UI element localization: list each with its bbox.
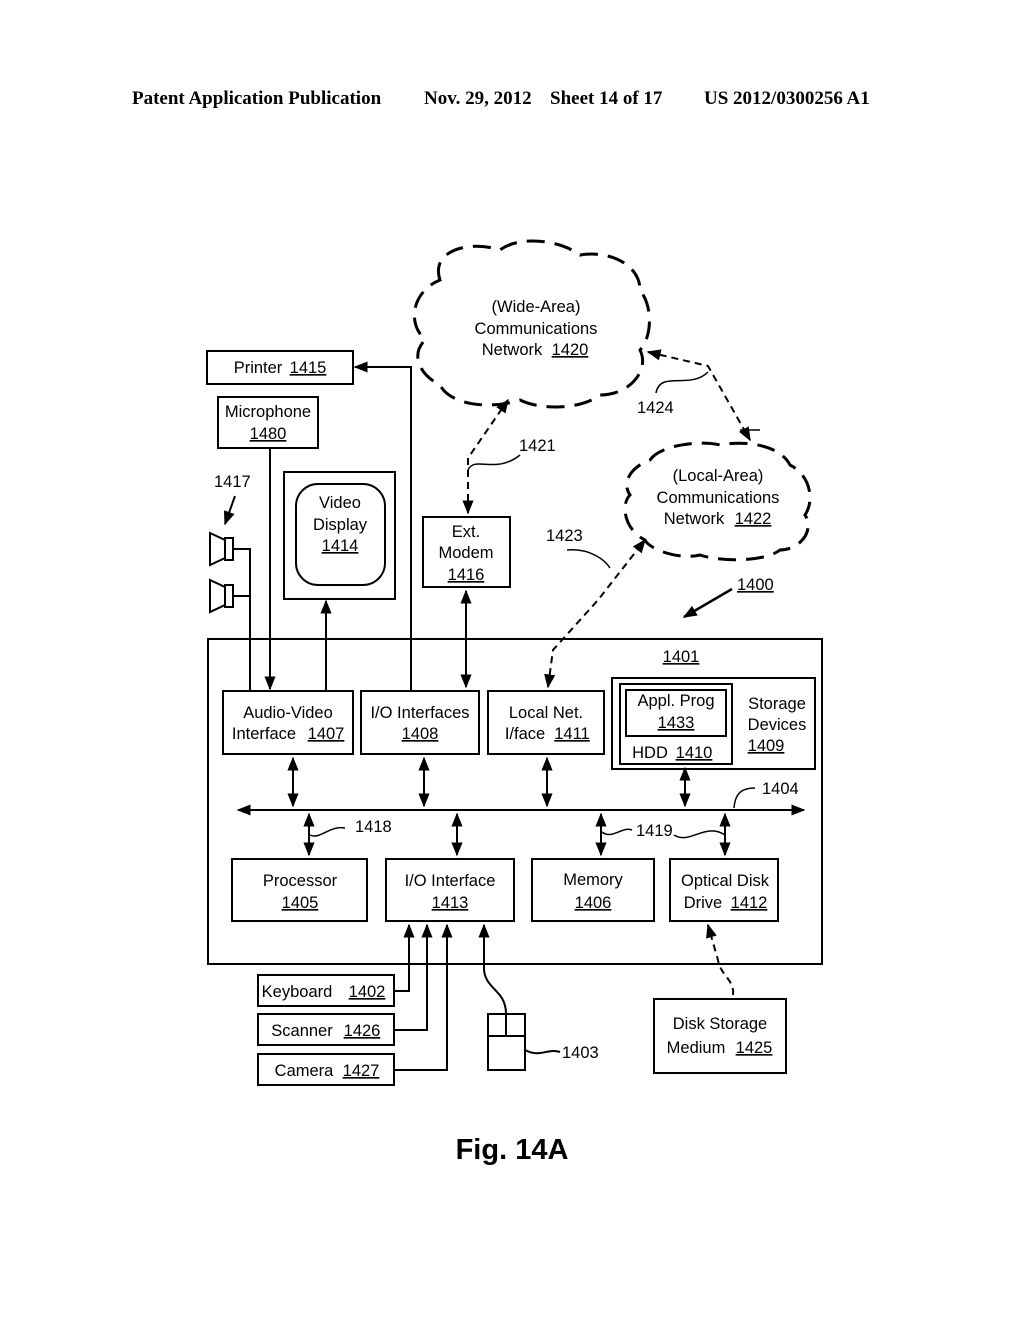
ref-1421: 1421	[519, 437, 556, 455]
scanner-ref: 1426	[344, 1022, 381, 1040]
ref-1404: 1404	[762, 780, 799, 798]
wan-label-2: Communications	[475, 320, 598, 338]
av-interface-ref: 1407	[308, 725, 345, 743]
ref-1419: 1419	[636, 822, 673, 840]
io-interface-label: I/O Interface	[405, 872, 496, 890]
disk-medium-ref: 1425	[736, 1039, 773, 1057]
disk-medium-label-2: Medium	[667, 1039, 726, 1057]
microphone-ref: 1480	[250, 425, 287, 443]
ref-1423: 1423	[546, 527, 583, 545]
av-interface-label-1: Audio-Video	[243, 704, 333, 722]
io-interfaces-ref: 1408	[402, 725, 439, 743]
optical-label-1: Optical Disk	[681, 872, 770, 890]
memory-ref: 1406	[575, 894, 612, 912]
storage-ref: 1409	[748, 737, 785, 755]
av-interface-label-2: Interface	[232, 725, 296, 743]
av-interface-box	[222, 690, 354, 755]
computer-ref: 1401	[663, 648, 700, 666]
video-display-ref: 1414	[322, 537, 359, 555]
storage-label-2: Devices	[748, 716, 807, 734]
lan-label-1: (Local-Area)	[673, 467, 764, 485]
modem-label-2: Modem	[438, 544, 493, 562]
figure-caption: Fig. 14A	[456, 1134, 569, 1166]
keyboard-ref: 1402	[349, 983, 386, 1001]
printer-ref: 1415	[290, 359, 327, 377]
speaker-icon	[209, 531, 251, 690]
video-display-label-1: Video	[319, 494, 361, 512]
ref-1400: 1400	[737, 576, 774, 594]
modem-label-1: Ext.	[452, 523, 480, 541]
lan-label-3: Network	[664, 510, 725, 528]
local-net-ref: 1411	[554, 725, 589, 743]
ref-1424: 1424	[637, 399, 674, 417]
ref-1403: 1403	[562, 1044, 599, 1062]
printer-label: Printer	[234, 359, 283, 377]
wan-label-3: Network	[482, 341, 543, 359]
camera-label: Camera	[275, 1062, 335, 1080]
camera-ref: 1427	[343, 1062, 380, 1080]
lan-label-2: Communications	[657, 489, 780, 507]
wan-ref: 1420	[552, 341, 589, 359]
hdd-label: HDD	[632, 744, 668, 762]
ref-1418: 1418	[355, 818, 392, 836]
disk-medium-box	[653, 998, 787, 1074]
optical-label-2: Drive	[684, 894, 723, 912]
mouse-icon	[478, 923, 561, 1071]
io-interface-ref: 1413	[432, 894, 469, 912]
keyboard-label: Keyboard	[262, 983, 333, 1001]
wan-label-1: (Wide-Area)	[492, 298, 581, 316]
processor-label: Processor	[263, 872, 338, 890]
storage-label-1: Storage	[748, 695, 806, 713]
local-net-label-1: Local Net.	[509, 704, 583, 722]
optical-ref: 1412	[731, 894, 768, 912]
scanner-label: Scanner	[271, 1022, 333, 1040]
ref-1417: 1417	[214, 473, 251, 491]
memory-label: Memory	[563, 871, 623, 889]
io-interfaces-box	[360, 690, 480, 755]
video-display-label-2: Display	[313, 516, 368, 534]
lan-ref: 1422	[735, 510, 772, 528]
io-interfaces-label: I/O Interfaces	[370, 704, 469, 722]
appl-prog-ref: 1433	[658, 714, 695, 732]
disk-medium-label-1: Disk Storage	[673, 1015, 767, 1033]
processor-ref: 1405	[282, 894, 319, 912]
hdd-ref: 1410	[676, 744, 713, 762]
local-net-box	[487, 690, 605, 755]
local-net-label-2: I/face	[505, 725, 545, 743]
block-diagram: (Wide-Area) Communications Network 1420 …	[206, 239, 823, 1166]
appl-prog-label: Appl. Prog	[637, 692, 714, 710]
modem-ref: 1416	[448, 566, 485, 584]
microphone-label: Microphone	[225, 403, 311, 421]
